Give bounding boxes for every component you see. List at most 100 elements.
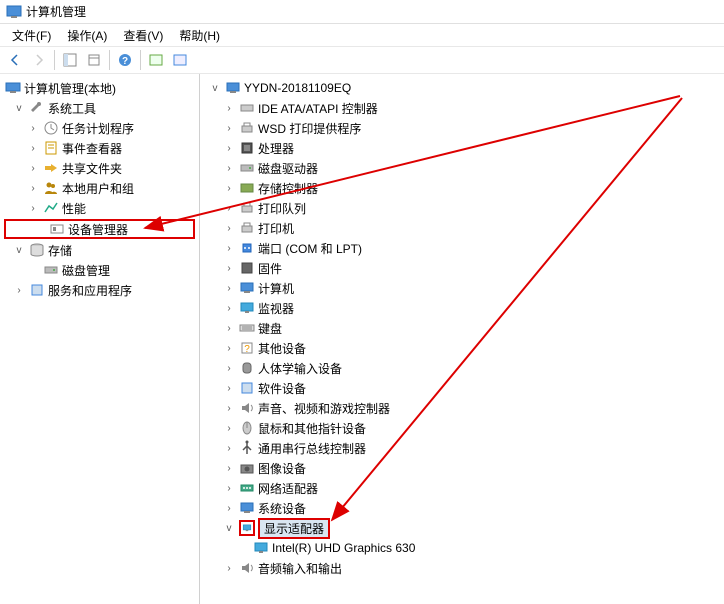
left-event-viewer[interactable]: › 事件查看器 [0,138,199,158]
expander-icon[interactable]: › [222,241,236,255]
cat-audio[interactable]: › 音频输入和输出 [200,558,724,578]
left-system-tools[interactable]: v 系统工具 [0,98,199,118]
svg-text:?: ? [122,56,128,67]
cat-print_queue[interactable]: ›打印队列 [200,198,724,218]
cat-mouse[interactable]: ›鼠标和其他指针设备 [200,418,724,438]
expander-icon[interactable]: › [26,121,40,135]
expander-icon[interactable]: › [222,181,236,195]
back-button[interactable] [4,49,26,71]
left-task-scheduler[interactable]: › 任务计划程序 [0,118,199,138]
left-storage[interactable]: v 存储 [0,240,199,260]
expander-icon[interactable]: › [222,321,236,335]
expander-icon[interactable]: › [222,341,236,355]
expander-icon[interactable]: › [12,283,26,297]
cat-usb[interactable]: ›通用串行总线控制器 [200,438,724,458]
expander-icon[interactable]: v [12,243,26,257]
menu-help[interactable]: 帮助(H) [171,25,228,46]
toolbar-separator [54,50,55,70]
display-label: 显示适配器 [258,518,330,539]
cat-storage_ctrl[interactable]: › 存储控制器 [200,178,724,198]
expander-icon[interactable]: v [208,81,222,95]
cat-label: 人体学输入设备 [258,360,342,377]
expander-icon[interactable]: › [222,121,236,135]
expander-icon[interactable]: › [222,301,236,315]
cat-system_dev[interactable]: ›系统设备 [200,498,724,518]
cat-label: 声音、视频和游戏控制器 [258,400,390,417]
cat-cpu[interactable]: ›处理器 [200,138,724,158]
expander-icon[interactable]: › [222,481,236,495]
expander-icon[interactable]: › [222,381,236,395]
cat-ports[interactable]: ›端口 (COM 和 LPT) [200,238,724,258]
cat-label: 磁盘驱动器 [258,160,318,177]
expander-icon[interactable]: v [12,101,26,115]
menu-action[interactable]: 操作(A) [59,25,115,46]
task-scheduler-label: 任务计划程序 [62,120,134,137]
menu-file[interactable]: 文件(F) [4,25,59,46]
left-disk-mgmt[interactable]: › 磁盘管理 [0,260,199,280]
left-shared-folders[interactable]: › 共享文件夹 [0,158,199,178]
view-button-2[interactable] [169,49,191,71]
expander-icon[interactable]: › [222,461,236,475]
expander-icon[interactable]: › [222,561,236,575]
view-button-1[interactable] [145,49,167,71]
cat-firmware[interactable]: ›固件 [200,258,724,278]
right-root[interactable]: v YYDN-20181109EQ [200,78,724,98]
expander-icon[interactable]: › [26,201,40,215]
expander-icon[interactable]: › [222,161,236,175]
titlebar: 计算机管理 [0,0,724,24]
device-manager-label: 设备管理器 [68,221,128,238]
expander-icon[interactable]: › [222,261,236,275]
event-viewer-label: 事件查看器 [62,140,122,157]
cat-hid[interactable]: › 人体学输入设备 [200,358,724,378]
show-hide-tree-button[interactable] [59,49,81,71]
display-child[interactable]: › Intel(R) UHD Graphics 630 [200,538,724,558]
performance-label: 性能 [62,200,86,217]
system-tools-label: 系统工具 [48,100,96,117]
storage-ctrl-icon [239,180,255,196]
cat-label: 存储控制器 [258,180,318,197]
help-button[interactable]: ? [114,49,136,71]
menu-view[interactable]: 查看(V) [115,25,171,46]
cat-printer[interactable]: ›打印机 [200,218,724,238]
expander-icon[interactable]: › [26,141,40,155]
expander-icon[interactable]: › [26,181,40,195]
cat-sound[interactable]: › 声音、视频和游戏控制器 [200,398,724,418]
expander-icon[interactable]: › [222,221,236,235]
left-performance[interactable]: › 性能 [0,198,199,218]
expander-icon[interactable]: › [222,421,236,435]
disk-mgmt-label: 磁盘管理 [62,262,110,279]
cat-network[interactable]: ›网络适配器 [200,478,724,498]
system-icon [239,500,255,516]
forward-button[interactable] [28,49,50,71]
expander-icon[interactable]: › [222,401,236,415]
expander-icon[interactable]: › [222,501,236,515]
left-local-users[interactable]: › 本地用户和组 [0,178,199,198]
cat-ide[interactable]: ›IDE ATA/ATAPI 控制器 [200,98,724,118]
left-root-label: 计算机管理(本地) [24,80,116,97]
expander-icon[interactable]: › [222,361,236,375]
app-icon [6,4,22,20]
expander-icon[interactable]: › [222,101,236,115]
left-services[interactable]: › 服务和应用程序 [0,280,199,300]
cat-disk_drives[interactable]: › 磁盘驱动器 [200,158,724,178]
properties-button[interactable] [83,49,105,71]
cat-other[interactable]: ›?其他设备 [200,338,724,358]
cat-display[interactable]: v 显示适配器 [200,518,724,538]
left-root[interactable]: 计算机管理(本地) [0,78,199,98]
hdd-icon [239,160,255,176]
cat-monitor[interactable]: ›监视器 [200,298,724,318]
cat-computer[interactable]: ›计算机 [200,278,724,298]
device-icon [49,221,65,237]
expander-icon[interactable]: › [222,441,236,455]
expander-icon[interactable]: › [222,201,236,215]
expander-icon[interactable]: v [222,521,236,535]
expander-icon[interactable]: › [222,141,236,155]
expander-icon[interactable]: › [26,161,40,175]
cat-wsd[interactable]: ›WSD 打印提供程序 [200,118,724,138]
cat-keyboard[interactable]: ›键盘 [200,318,724,338]
svg-text:?: ? [244,344,250,355]
cat-imaging[interactable]: ›图像设备 [200,458,724,478]
cat-software[interactable]: ›软件设备 [200,378,724,398]
expander-icon[interactable]: › [222,281,236,295]
left-device-manager[interactable]: › 设备管理器 [4,219,195,239]
